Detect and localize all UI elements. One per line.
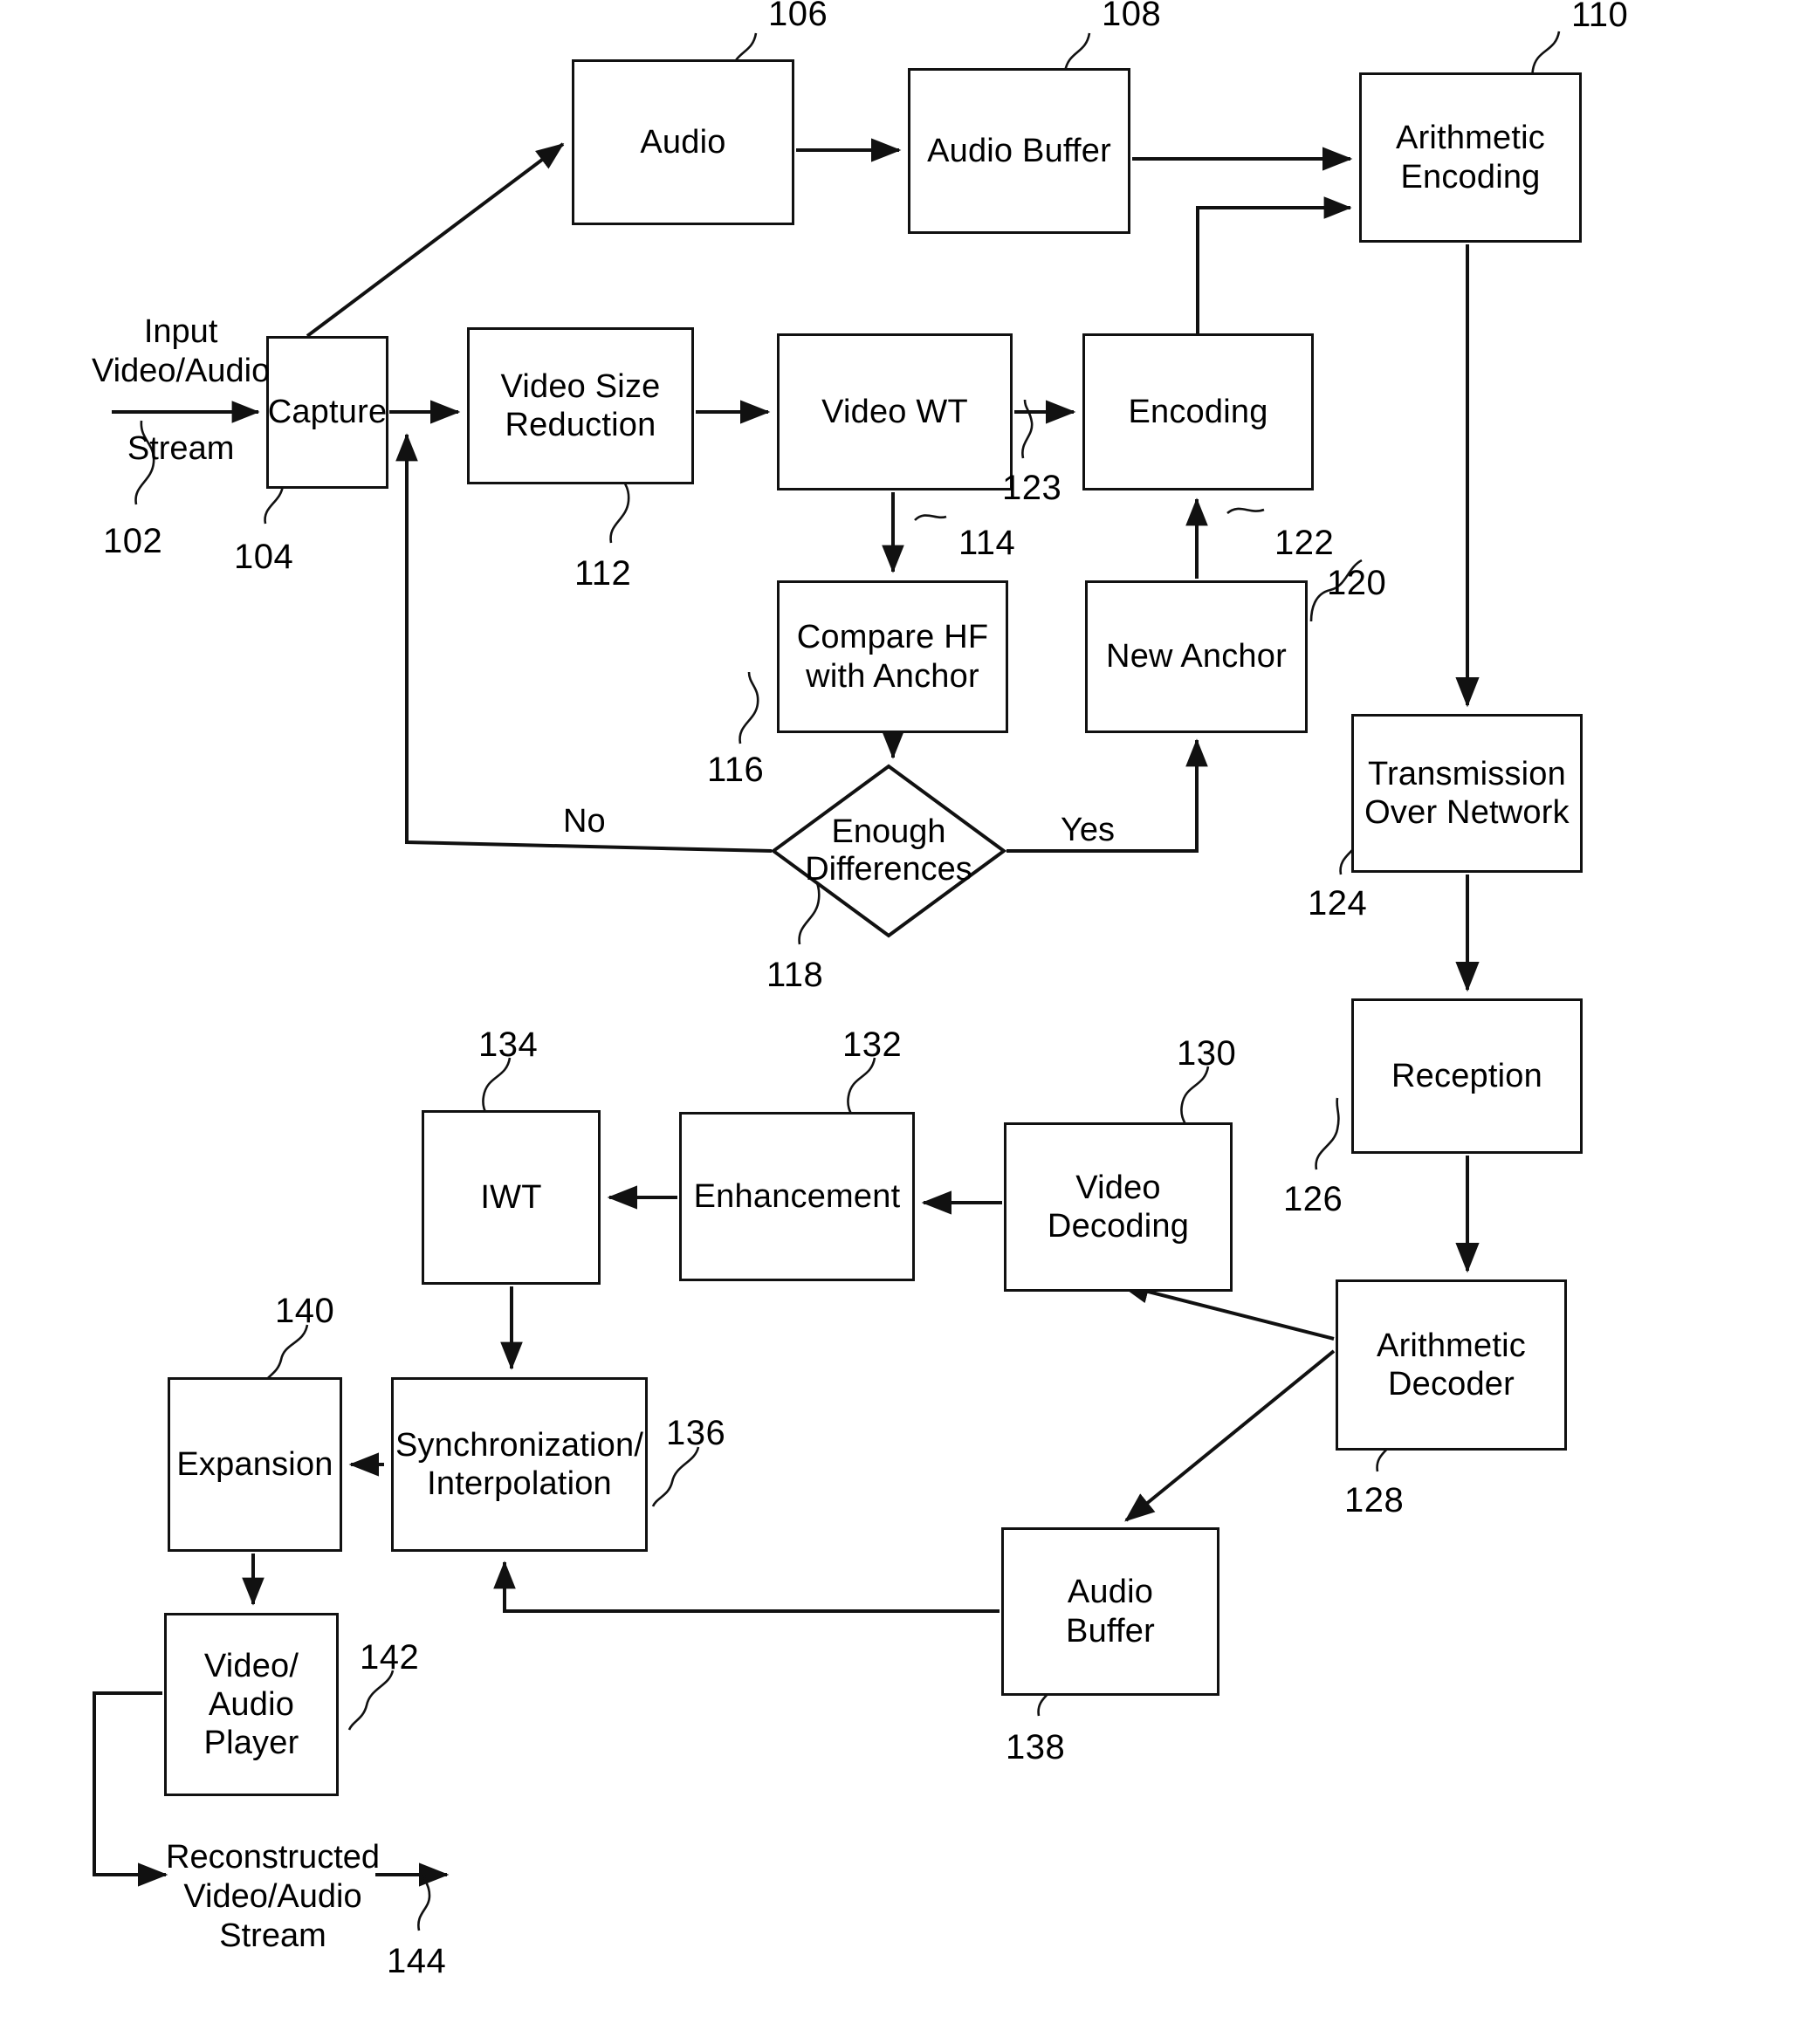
reference-numeral-104: 104 [234, 538, 294, 576]
process-box-arith_enc[interactable]: Arithmetic Encoding [1359, 72, 1582, 243]
process-box-compare_hf[interactable]: Compare HF with Anchor [777, 580, 1008, 733]
process-box-label-expansion: Expansion [176, 1445, 333, 1483]
decision-label: Enough Differences [805, 813, 972, 888]
process-box-audio_buffer[interactable]: Audio Buffer [908, 68, 1130, 234]
reference-numeral-120: 120 [1327, 564, 1387, 602]
reference-numeral-123: 123 [1002, 469, 1062, 507]
reference-numeral-130: 130 [1177, 1034, 1237, 1073]
reference-numeral-144: 144 [387, 1942, 447, 1980]
process-box-label-video_dec: Video Decoding [1047, 1169, 1190, 1245]
process-box-label-audio: Audio [640, 123, 726, 161]
reference-numeral-142: 142 [360, 1638, 420, 1677]
process-box-expansion[interactable]: Expansion [168, 1377, 342, 1552]
reference-numeral-116: 116 [707, 751, 765, 789]
process-box-label-new_anchor: New Anchor [1106, 638, 1287, 676]
reference-numeral-134: 134 [478, 1025, 539, 1064]
edge-label-branch_yes: Yes [1061, 812, 1115, 848]
patent-figure-canvas: Audio Audio Buffer Arithmetic Encoding Captu… [0, 0, 1793, 2044]
decision-enough-differences[interactable]: Enough Differences [770, 764, 1007, 938]
process-box-label-audio_buffer: Audio Buffer [927, 132, 1111, 169]
process-box-vsr[interactable]: Video Size Reduction [467, 327, 694, 484]
process-box-label-arith_enc: Arithmetic Encoding [1396, 120, 1545, 195]
free-text-input_stream: Input Video/Audio Stream [92, 313, 271, 468]
process-box-label-audio_buffer2: Audio Buffer [1066, 1574, 1155, 1650]
reference-numeral-112: 112 [574, 554, 632, 593]
process-box-label-video_wt: Video WT [821, 393, 968, 430]
reference-numeral-110: 110 [1571, 0, 1629, 34]
reference-numeral-106: 106 [768, 0, 828, 33]
process-box-label-sync_interp: Synchronization/Interpolation [395, 1426, 644, 1502]
process-box-label-enhancement: Enhancement [693, 1177, 901, 1215]
process-box-sync_interp[interactable]: Synchronization/Interpolation [391, 1377, 648, 1552]
process-box-av_player[interactable]: Video/Audio Player [164, 1613, 339, 1796]
process-box-audio_buffer2[interactable]: Audio Buffer [1001, 1527, 1219, 1696]
reference-numeral-136: 136 [666, 1414, 726, 1452]
process-box-transmission[interactable]: Transmission Over Network [1351, 714, 1583, 873]
process-box-label-av_player: Video/Audio Player [203, 1647, 299, 1762]
process-box-video_dec[interactable]: Video Decoding [1004, 1122, 1233, 1292]
reference-numeral-102: 102 [103, 522, 163, 560]
process-box-label-capture: Capture [267, 394, 388, 431]
process-box-label-transmission: Transmission Over Network [1364, 755, 1570, 831]
process-box-enhancement[interactable]: Enhancement [679, 1112, 915, 1281]
process-box-audio[interactable]: Audio [572, 59, 794, 225]
edge-label-branch_no: No [563, 803, 606, 840]
process-box-label-reception: Reception [1391, 1057, 1542, 1094]
reference-numeral-108: 108 [1102, 0, 1162, 33]
reference-numeral-114: 114 [958, 524, 1016, 562]
process-box-arith_dec[interactable]: Arithmetic Decoder [1336, 1279, 1567, 1451]
process-box-encoding[interactable]: Encoding [1082, 333, 1314, 490]
process-box-label-encoding: Encoding [1128, 393, 1268, 430]
process-box-iwt[interactable]: IWT [422, 1110, 601, 1285]
process-box-new_anchor[interactable]: New Anchor [1085, 580, 1308, 733]
reference-numeral-132: 132 [842, 1025, 903, 1064]
reference-numeral-118: 118 [766, 956, 824, 994]
process-box-label-iwt: IWT [480, 1178, 542, 1216]
process-box-video_wt[interactable]: Video WT [777, 333, 1013, 490]
process-box-label-vsr: Video Size Reduction [500, 367, 661, 443]
reference-numeral-124: 124 [1308, 884, 1368, 923]
process-box-label-compare_hf: Compare HF with Anchor [796, 619, 989, 695]
reference-numeral-128: 128 [1344, 1481, 1405, 1519]
reference-numeral-122: 122 [1274, 524, 1335, 562]
process-box-label-arith_dec: Arithmetic Decoder [1377, 1327, 1526, 1403]
reference-numeral-140: 140 [275, 1292, 335, 1330]
process-box-reception[interactable]: Reception [1351, 998, 1583, 1154]
reference-numeral-138: 138 [1006, 1728, 1066, 1766]
free-text-output_stream: Reconstructed Video/Audio Stream [166, 1839, 381, 1954]
process-box-capture[interactable]: Capture [266, 336, 388, 489]
reference-numeral-126: 126 [1283, 1180, 1343, 1218]
